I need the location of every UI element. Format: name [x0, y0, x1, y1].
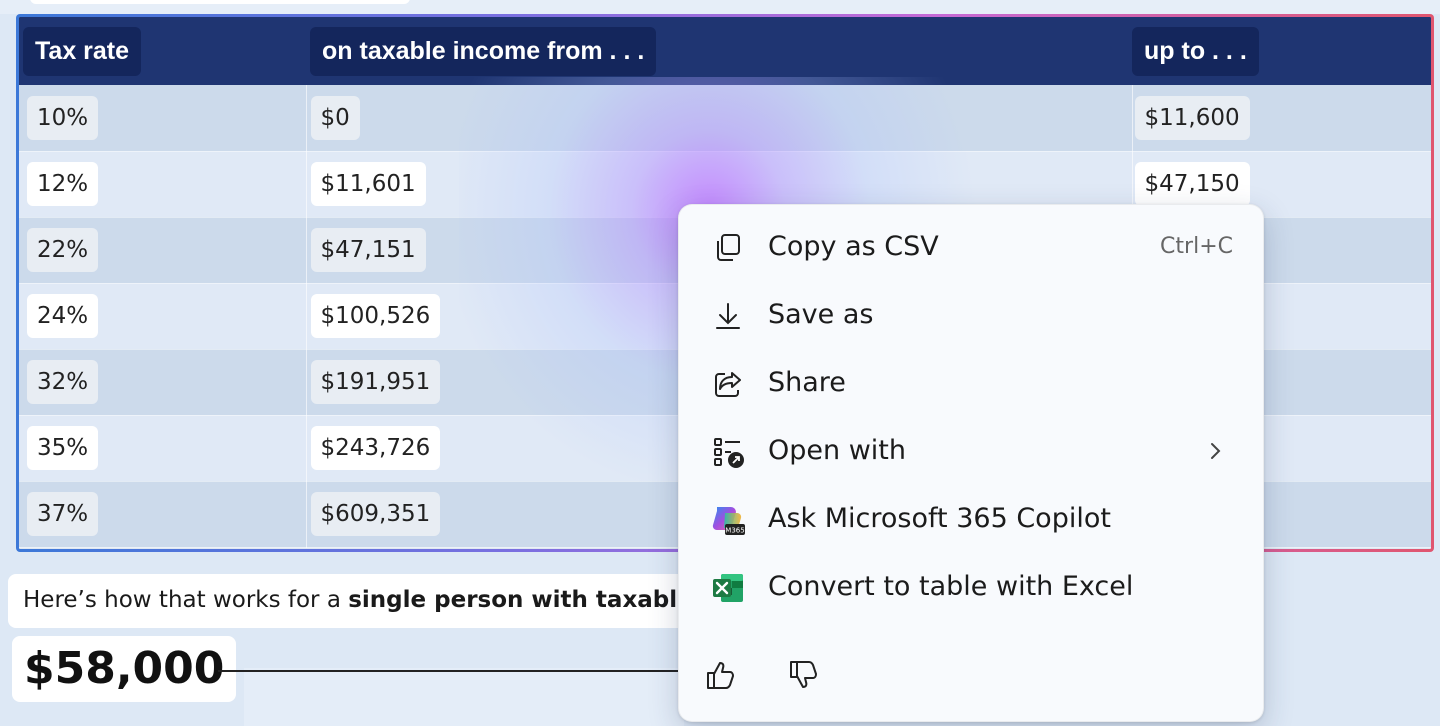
- menu-item-convert-excel[interactable]: Convert to table with Excel: [687, 557, 1255, 617]
- header-up-to: up to . . .: [1132, 17, 1431, 85]
- open-with-icon: [711, 435, 745, 469]
- top-strip: [0, 0, 1440, 14]
- rate-cell: 32%: [19, 349, 307, 416]
- rate-cell: 10%: [19, 85, 307, 152]
- chevron-right-icon: [1203, 439, 1227, 463]
- rate-cell: 24%: [19, 283, 307, 350]
- rate-cell: 35%: [19, 415, 307, 482]
- rate-cell: 37%: [19, 481, 307, 548]
- explanation-prefix: Here’s how that works for a: [23, 587, 349, 613]
- m365-copilot-icon: M365: [711, 503, 745, 537]
- explanation-text: Here’s how that works for a single perso…: [8, 574, 708, 628]
- rate-cell: 22%: [19, 217, 307, 284]
- thumbs-down-icon: [787, 658, 821, 697]
- rate-cell: 12%: [19, 151, 307, 218]
- share-icon: [711, 367, 745, 401]
- menu-item-save-as[interactable]: Save as: [687, 285, 1255, 345]
- header-income-from: on taxable income from . . .: [306, 17, 1132, 85]
- to-cell: $11,600: [1132, 85, 1431, 152]
- svg-text:M365: M365: [725, 527, 744, 535]
- download-icon: [711, 299, 745, 333]
- excel-icon: [711, 571, 745, 605]
- thumbs-up-button[interactable]: [699, 655, 743, 699]
- top-pill: [30, 0, 410, 4]
- menu-item-share[interactable]: Share: [687, 353, 1255, 413]
- menu-item-label: Share: [768, 367, 846, 398]
- explanation-bold: single person with taxable inc: [348, 587, 708, 613]
- menu-item-shortcut: Ctrl+C: [1160, 234, 1233, 259]
- menu-item-label: Open with: [768, 435, 906, 466]
- menu-item-label: Copy as CSV: [768, 231, 939, 262]
- menu-item-copy-as-csv[interactable]: Copy as CSV Ctrl+C: [687, 217, 1255, 277]
- menu-item-open-with[interactable]: Open with: [687, 421, 1255, 481]
- context-menu: Copy as CSV Ctrl+C Save as Share Open wi…: [678, 204, 1264, 722]
- copy-icon: [711, 231, 745, 265]
- header-tax-rate: Tax rate: [19, 17, 306, 85]
- thumbs-up-icon: [704, 658, 738, 697]
- bottom-band: [244, 668, 684, 726]
- menu-item-label: Save as: [768, 299, 874, 330]
- thumbs-down-button[interactable]: [782, 655, 826, 699]
- income-amount: $58,000: [12, 636, 237, 702]
- menu-item-ask-copilot[interactable]: M365 Ask Microsoft 365 Copilot: [687, 489, 1255, 549]
- table-row: 10% $0 $11,600: [19, 85, 1431, 152]
- menu-item-label: Ask Microsoft 365 Copilot: [768, 503, 1111, 534]
- menu-item-label: Convert to table with Excel: [768, 571, 1134, 602]
- from-cell: $0: [306, 85, 1133, 152]
- table-header-row: Tax rate on taxable income from . . . up…: [19, 17, 1431, 85]
- amount-connector-line: [218, 670, 688, 672]
